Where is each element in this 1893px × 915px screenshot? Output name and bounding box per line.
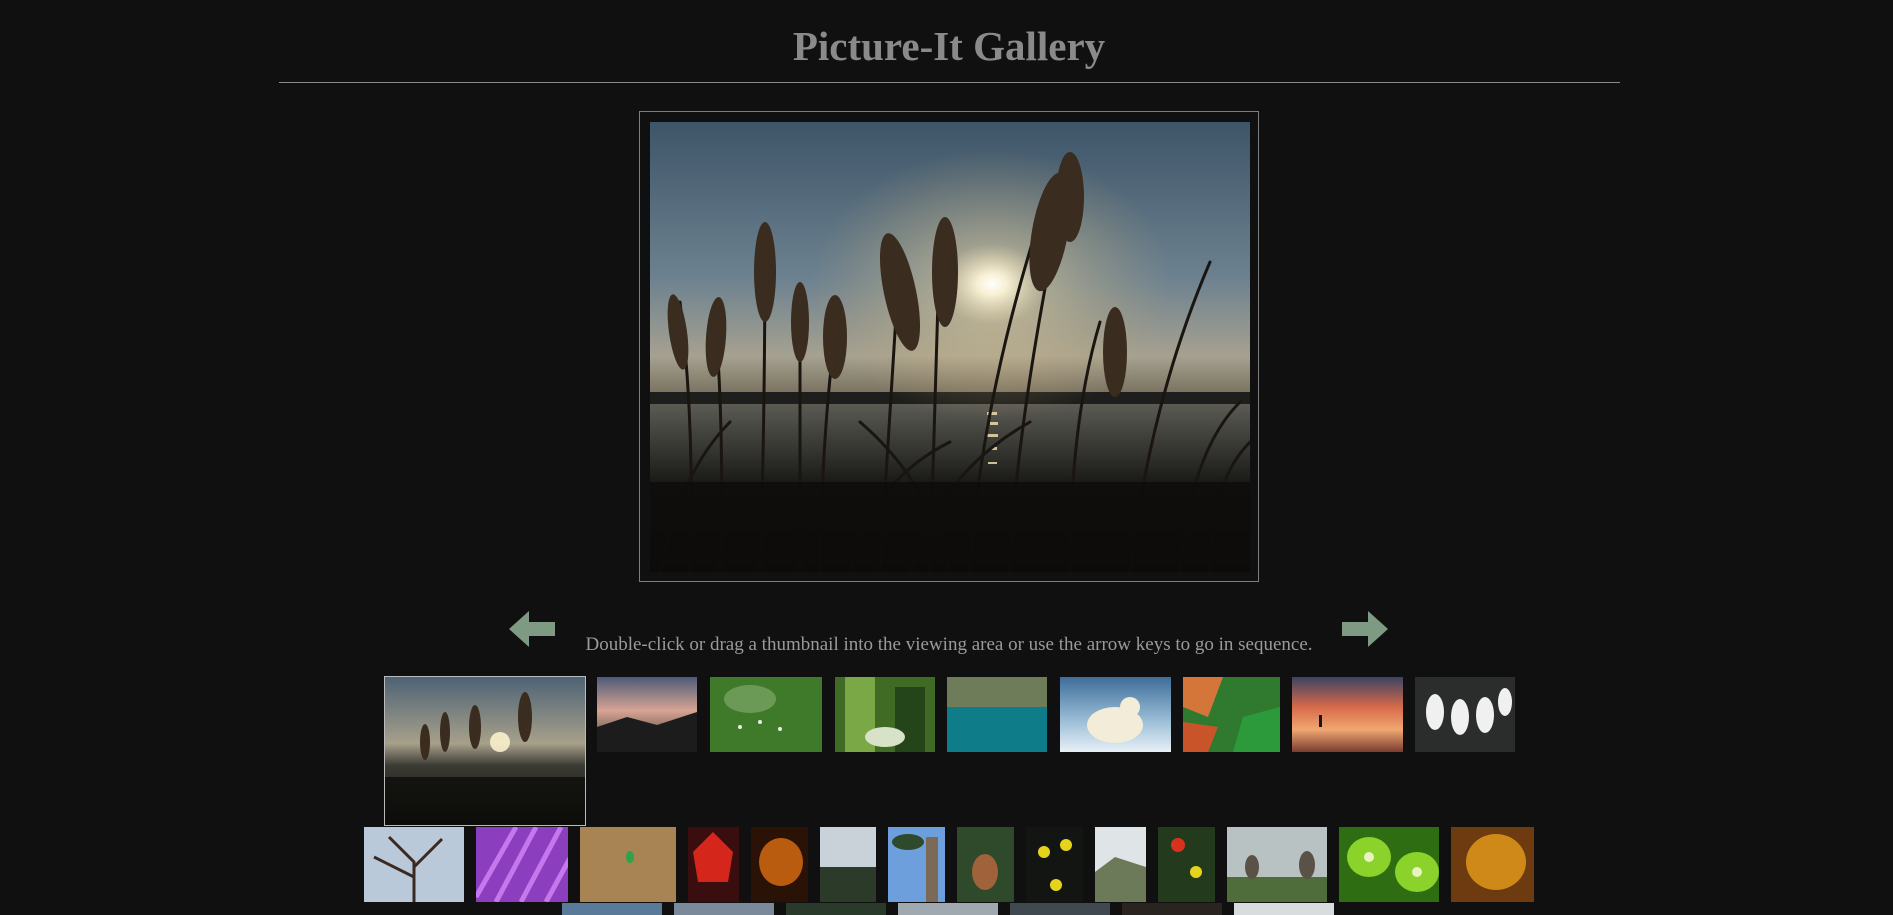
thumb-pampas-grass-sunset[interactable] bbox=[384, 676, 586, 826]
thumb-row3-4[interactable] bbox=[898, 903, 998, 915]
thumb-kiwi-slices[interactable] bbox=[1339, 827, 1439, 902]
viewing-area[interactable] bbox=[639, 111, 1259, 582]
thumb-red-maple-leaves[interactable] bbox=[688, 827, 739, 902]
thumb-row3-6[interactable] bbox=[1122, 903, 1222, 915]
thumb-row3-1[interactable] bbox=[562, 903, 662, 915]
thumb-golden-leaves[interactable] bbox=[1451, 827, 1534, 902]
thumb-row3-5[interactable] bbox=[1010, 903, 1110, 915]
thumb-row3-7[interactable] bbox=[1234, 903, 1334, 915]
thumb-mountain-dusk[interactable] bbox=[597, 677, 697, 752]
thumb-polar-bear[interactable] bbox=[1060, 677, 1171, 752]
thumb-red-tulip[interactable] bbox=[1158, 827, 1215, 902]
thumb-palm-tree[interactable] bbox=[888, 827, 945, 902]
thumb-forest-stream[interactable] bbox=[835, 677, 935, 752]
gallery-page: Picture-It Gallery Double-click or drag … bbox=[0, 0, 1893, 915]
thumb-burlap-bug[interactable] bbox=[580, 827, 676, 902]
thumb-green-orange-tiles[interactable] bbox=[1183, 677, 1280, 752]
thumb-blossom-tree[interactable] bbox=[364, 827, 464, 902]
thumb-teal-lake[interactable] bbox=[947, 677, 1047, 752]
instructions-text: Double-click or drag a thumbnail into th… bbox=[585, 634, 1313, 655]
thumb-white-swans[interactable] bbox=[1415, 677, 1515, 752]
thumb-row3-3[interactable] bbox=[786, 903, 886, 915]
thumb-geese[interactable] bbox=[1227, 827, 1327, 902]
thumb-green-field-birds[interactable] bbox=[710, 677, 822, 752]
page-title: Picture-It Gallery bbox=[792, 23, 1106, 69]
arrow-right-icon bbox=[1342, 611, 1388, 647]
thumb-hill-valley[interactable] bbox=[1095, 827, 1146, 902]
thumb-yellow-flowers[interactable] bbox=[1026, 827, 1083, 902]
main-photo bbox=[650, 122, 1250, 572]
thumb-fawn[interactable] bbox=[957, 827, 1014, 902]
thumb-lavender-field[interactable] bbox=[476, 827, 568, 902]
next-arrow-button[interactable] bbox=[1342, 609, 1388, 649]
thumb-autumn-glow[interactable] bbox=[751, 827, 808, 902]
thumb-beach-sunset[interactable] bbox=[1292, 677, 1403, 752]
thumb-misty-trees[interactable] bbox=[820, 827, 876, 902]
thumb-row3-2[interactable] bbox=[674, 903, 774, 915]
title-divider bbox=[279, 82, 1620, 83]
